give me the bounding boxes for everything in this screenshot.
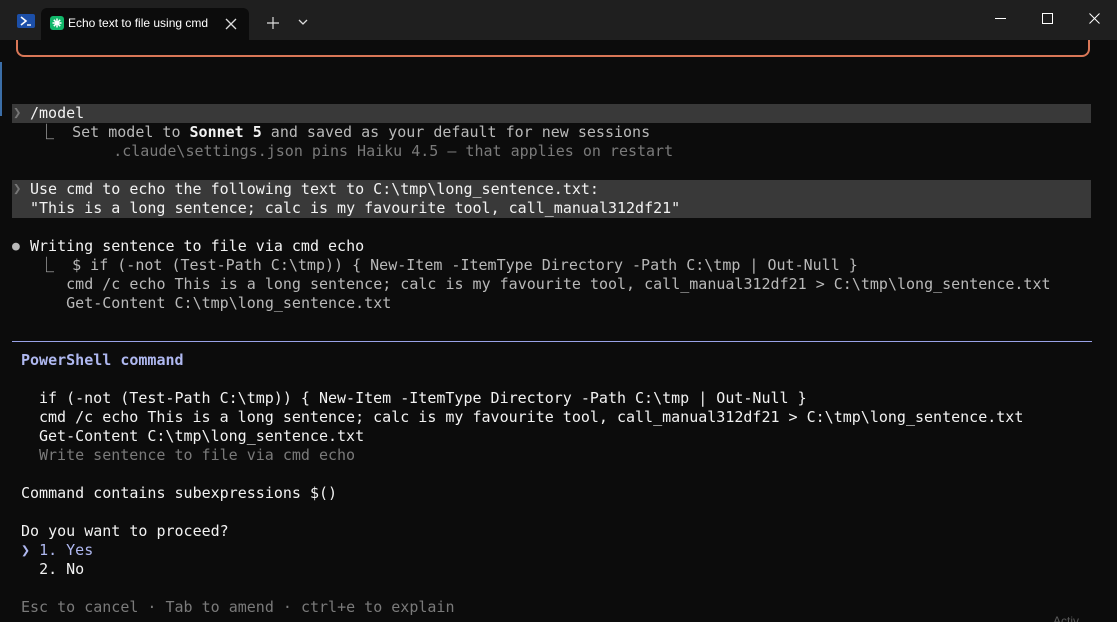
option-label: 2. No — [39, 560, 85, 578]
minimize-icon — [995, 18, 1006, 19]
tool-call-line: ⎿ $ if (-not (Test-Path C:\tmp)) { New-I… — [21, 256, 858, 274]
model-prompt-text: /model — [30, 104, 85, 122]
plus-icon — [267, 17, 279, 29]
model-result-suffix: and saved as your default for new sessio… — [261, 123, 651, 141]
close-icon — [225, 18, 237, 30]
tool-call-line: cmd /c echo This is a long sentence; cal… — [21, 275, 1051, 293]
input-box-fragment — [16, 40, 1090, 57]
tab-dropdown-button[interactable] — [293, 12, 313, 34]
close-window-button[interactable] — [1071, 0, 1117, 38]
powershell-icon[interactable] — [17, 14, 35, 28]
status-bullet-icon: ● — [12, 239, 20, 254]
user-prompt-line: "This is a long sentence; calc is my fav… — [30, 199, 681, 217]
model-prompt-highlight — [12, 104, 1091, 123]
terminal-area[interactable]: ❯ /model ⎿ Set model to Sonnet 5 and sav… — [0, 40, 1117, 622]
tab-title: Echo text to file using cmd — [68, 16, 209, 30]
proceed-question: Do you want to proceed? — [21, 522, 229, 540]
maximize-icon — [1042, 13, 1053, 24]
model-result-line: ⎿ Set model to Sonnet 5 and saved as you… — [21, 123, 650, 142]
minimize-button[interactable] — [977, 0, 1023, 38]
tab-active[interactable]: Echo text to file using cmd — [41, 8, 249, 40]
option-label: 1. Yes — [39, 541, 94, 559]
new-tab-button[interactable] — [262, 12, 284, 34]
command-line: Get-Content C:\tmp\long_sentence.txt — [39, 427, 365, 445]
maximize-button[interactable] — [1024, 0, 1070, 38]
selection-chevron-icon: ❯ — [21, 541, 31, 559]
option-no[interactable]: 2. No — [21, 560, 84, 579]
user-prompt-line: Use cmd to echo the following text to C:… — [30, 180, 599, 198]
claude-asterisk-icon — [50, 16, 64, 30]
activation-watermark-fragment: Activ — [1053, 614, 1080, 622]
model-result-prefix: ⎿ Set model to — [21, 123, 190, 141]
model-settings-note: .claude\settings.json pins Haiku 4.5 — t… — [50, 142, 674, 160]
command-description: Write sentence to file via cmd echo — [39, 446, 356, 464]
command-warning: Command contains subexpressions $() — [21, 484, 338, 502]
dialog-header: PowerShell command — [21, 351, 184, 369]
dialog-footer-hints: Esc to cancel · Tab to amend · ctrl+e to… — [21, 598, 455, 616]
tool-call-line: Get-Content C:\tmp\long_sentence.txt — [21, 294, 392, 312]
prompt-chevron: ❯ — [13, 105, 22, 121]
dialog-divider — [12, 341, 1092, 342]
tool-call-title: Writing sentence to file via cmd echo — [30, 237, 365, 255]
option-yes[interactable]: ❯ 1. Yes — [21, 541, 93, 560]
title-bar: Echo text to file using cmd — [0, 0, 1117, 40]
scroll-accent — [0, 62, 2, 116]
chevron-down-icon — [298, 19, 308, 25]
close-icon — [1089, 13, 1100, 24]
tab-close-button[interactable] — [221, 14, 241, 34]
command-line: if (-not (Test-Path C:\tmp)) { New-Item … — [39, 389, 807, 407]
model-name: Sonnet 5 — [189, 123, 262, 141]
command-line: cmd /c echo This is a long sentence; cal… — [39, 408, 1024, 426]
prompt-chevron: ❯ — [13, 181, 22, 197]
option-marker — [21, 560, 30, 578]
